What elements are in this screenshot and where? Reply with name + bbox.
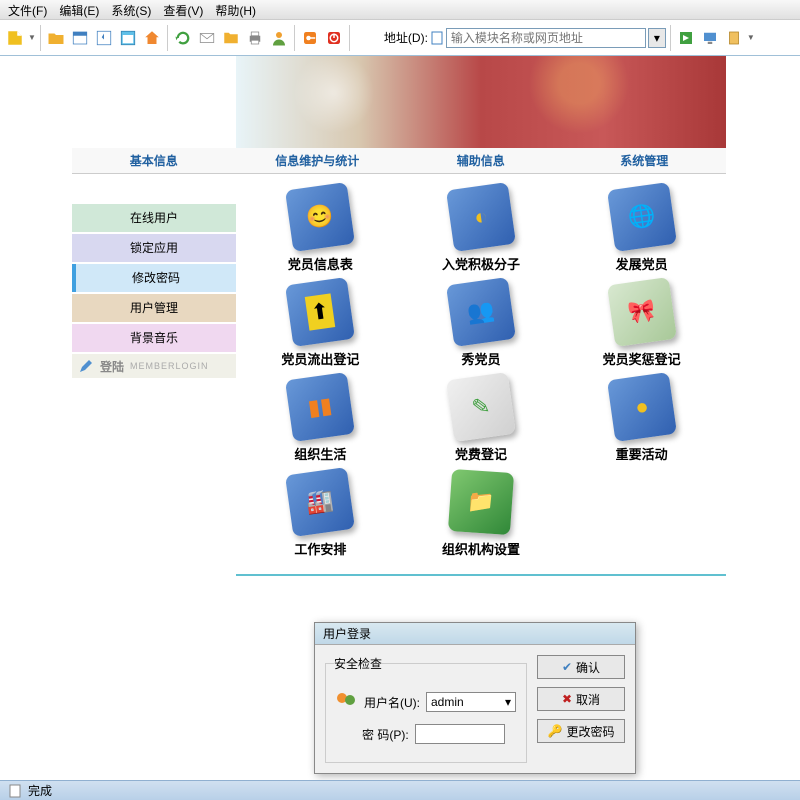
tab-basic[interactable]: 基本信息 bbox=[72, 148, 236, 173]
window-icon[interactable] bbox=[117, 27, 139, 49]
tab-bar: 基本信息 信息维护与统计 辅助信息 系统管理 bbox=[72, 148, 726, 174]
doc-icon bbox=[430, 31, 444, 45]
doc-icon bbox=[8, 784, 22, 798]
divider bbox=[236, 574, 726, 576]
sidebar-item-password[interactable]: 修改密码 bbox=[72, 264, 236, 292]
cell-fee[interactable]: ✎党费登记 bbox=[405, 376, 558, 463]
login-dialog: 用户登录 安全检查 用户名(U): admin▾ 密 码(P): ✔确认 ✖取消… bbox=[314, 622, 636, 774]
menu-help[interactable]: 帮助(H) bbox=[211, 2, 260, 17]
home-icon[interactable] bbox=[141, 27, 163, 49]
sidebar-item-lock[interactable]: 锁定应用 bbox=[72, 234, 236, 262]
sidebar: 在线用户 锁定应用 修改密码 用户管理 背景音乐 登陆 MEMBERLOGIN bbox=[72, 174, 236, 570]
menu-edit[interactable]: 编辑(E) bbox=[55, 2, 103, 17]
menu-system[interactable]: 系统(S) bbox=[107, 2, 155, 17]
users-icon bbox=[334, 690, 358, 714]
folder-open-icon[interactable] bbox=[45, 27, 67, 49]
chevron-down-icon[interactable]: ▼ bbox=[747, 33, 755, 42]
sidebar-item-online[interactable]: 在线用户 bbox=[72, 204, 236, 232]
module-grid: 😊党员信息表 ◐入党积极分子 🌐发展党员 ⬆党员流出登记 👥秀党员 🎀党员奖惩登… bbox=[236, 174, 726, 570]
dialog-title: 用户登录 bbox=[315, 623, 635, 645]
ok-button[interactable]: ✔确认 bbox=[537, 655, 625, 679]
cancel-button[interactable]: ✖取消 bbox=[537, 687, 625, 711]
key-icon[interactable] bbox=[299, 27, 321, 49]
menubar: 文件(F) 编辑(E) 系统(S) 查看(V) 帮助(H) bbox=[0, 0, 800, 20]
new-icon[interactable] bbox=[4, 27, 26, 49]
chevron-down-icon[interactable]: ▼ bbox=[28, 33, 36, 42]
login-sublabel: MEMBERLOGIN bbox=[130, 361, 209, 371]
address-dropdown-icon[interactable]: ▾ bbox=[648, 28, 666, 48]
changepw-button[interactable]: 🔑更改密码 bbox=[537, 719, 625, 743]
username-combo[interactable]: admin▾ bbox=[426, 692, 516, 712]
cell-outflow[interactable]: ⬆党员流出登记 bbox=[244, 281, 397, 368]
cell-member-info[interactable]: 😊党员信息表 bbox=[244, 186, 397, 273]
login-bar[interactable]: 登陆 MEMBERLOGIN bbox=[72, 354, 236, 378]
chevron-down-icon: ▾ bbox=[505, 695, 511, 709]
password-input[interactable] bbox=[415, 724, 505, 744]
cell-activity[interactable]: ●重要活动 bbox=[565, 376, 718, 463]
security-legend: 安全检查 bbox=[334, 655, 382, 672]
sidebar-item-usermgmt[interactable]: 用户管理 bbox=[72, 294, 236, 322]
power-icon[interactable] bbox=[323, 27, 345, 49]
computer-icon[interactable] bbox=[699, 27, 721, 49]
menu-file[interactable]: 文件(F) bbox=[4, 2, 51, 17]
cell-excellent[interactable]: 👥秀党员 bbox=[405, 281, 558, 368]
address-label: 地址(D): bbox=[384, 29, 428, 46]
print-icon[interactable] bbox=[244, 27, 266, 49]
address-input[interactable] bbox=[446, 28, 646, 48]
security-group: 安全检查 用户名(U): admin▾ 密 码(P): bbox=[325, 655, 527, 763]
device-icon[interactable] bbox=[723, 27, 745, 49]
cell-reward[interactable]: 🎀党员奖惩登记 bbox=[565, 281, 718, 368]
cell-work[interactable]: 🏭工作安排 bbox=[244, 471, 397, 558]
cell-develop[interactable]: 🌐发展党员 bbox=[565, 186, 718, 273]
tab-sysmgmt[interactable]: 系统管理 bbox=[563, 148, 727, 173]
menu-view[interactable]: 查看(V) bbox=[159, 2, 207, 17]
pencil-icon bbox=[78, 358, 94, 374]
cell-activist[interactable]: ◐入党积极分子 bbox=[405, 186, 558, 273]
username-label: 用户名(U): bbox=[364, 694, 420, 711]
mail-icon[interactable] bbox=[196, 27, 218, 49]
tab-aux[interactable]: 辅助信息 bbox=[399, 148, 563, 173]
toolbar: ▼ 地址(D): ▾ ▼ bbox=[0, 20, 800, 56]
user-icon[interactable] bbox=[268, 27, 290, 49]
refresh-icon[interactable] bbox=[172, 27, 194, 49]
cell-orglife[interactable]: ▮▮组织生活 bbox=[244, 376, 397, 463]
folder-icon[interactable] bbox=[220, 27, 242, 49]
password-label: 密 码(P): bbox=[362, 726, 409, 743]
download-icon[interactable] bbox=[93, 27, 115, 49]
calendar-icon[interactable] bbox=[69, 27, 91, 49]
banner-image bbox=[236, 56, 726, 148]
content-area: 在线用户 锁定应用 修改密码 用户管理 背景音乐 登陆 MEMBERLOGIN … bbox=[72, 174, 726, 570]
go-icon[interactable] bbox=[675, 27, 697, 49]
status-text: 完成 bbox=[28, 782, 52, 799]
sidebar-item-music[interactable]: 背景音乐 bbox=[72, 324, 236, 352]
statusbar: 完成 bbox=[0, 780, 800, 800]
login-label: 登陆 bbox=[100, 358, 124, 375]
cell-orgstruct[interactable]: 📁组织机构设置 bbox=[405, 471, 558, 558]
tab-maintain[interactable]: 信息维护与统计 bbox=[236, 148, 400, 173]
